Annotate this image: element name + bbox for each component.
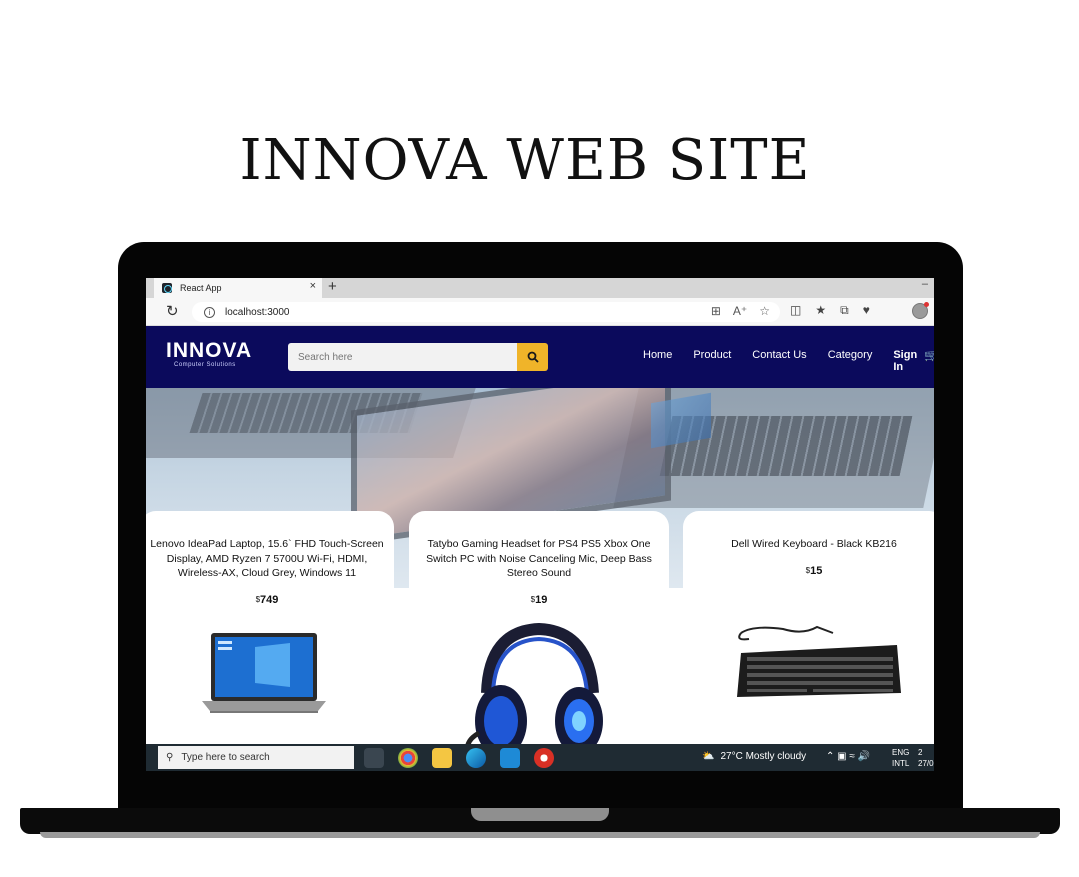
read-aloud-icon[interactable]: A⁺ [733, 304, 747, 318]
product-price: $19 [417, 594, 661, 606]
profile-avatar-icon[interactable] [912, 302, 929, 319]
taskbar-search-text: Type here to search [181, 752, 270, 763]
taskbar-apps [364, 748, 554, 768]
search-button[interactable] [517, 343, 548, 371]
browser-tab-bar: React App × + – [146, 278, 934, 298]
price-value: 749 [260, 593, 279, 606]
browser-tab[interactable]: React App × [154, 278, 322, 298]
url-text: localhost:3000 [225, 306, 290, 318]
sign-in-link[interactable]: Sign In [893, 349, 917, 373]
laptop-notch [471, 808, 609, 821]
laptop-screen: React App × + – ↻ i localhost:3000 ⊞ A⁺ … [146, 278, 934, 771]
nav-contact-us[interactable]: Contact Us [752, 349, 806, 373]
minimize-button[interactable]: – [922, 278, 928, 290]
nav-product[interactable]: Product [693, 349, 731, 373]
reload-icon[interactable]: ↻ [166, 302, 179, 320]
tab-close-icon[interactable]: × [310, 280, 316, 292]
chrome-canary-icon[interactable] [534, 748, 554, 768]
nav-home[interactable]: Home [643, 349, 672, 373]
taskbar-clock[interactable]: 2 27/0 [918, 747, 934, 769]
weather-widget[interactable]: ⛅ 27°C Mostly cloudy [702, 751, 806, 762]
product-title: Lenovo IdeaPad Laptop, 15.6` FHD Touch-S… [150, 538, 384, 579]
vscode-icon[interactable] [500, 748, 520, 768]
tab-title: React App [180, 283, 222, 293]
weather-text: 27°C Mostly cloudy [720, 751, 807, 762]
react-icon [162, 283, 172, 293]
nav-links: Home Product Contact Us Category Sign In… [643, 349, 934, 373]
search-icon [527, 351, 539, 363]
favorite-star-icon[interactable]: ☆ [759, 304, 770, 318]
product-card[interactable]: Tatybo Gaming Headset for PS4 PS5 Xbox O… [409, 511, 669, 761]
favorites-icon[interactable]: ★ [815, 303, 826, 318]
new-tab-button[interactable]: + [328, 278, 337, 296]
cart-icon[interactable]: 🛒 [924, 349, 934, 373]
product-title: Dell Wired Keyboard - Black KB216 [731, 538, 897, 550]
logo-tagline: Computer Solutions [174, 362, 236, 368]
split-screen-icon[interactable]: ◫ [790, 303, 801, 318]
product-card[interactable]: Lenovo IdeaPad Laptop, 15.6` FHD Touch-S… [146, 511, 394, 761]
nav-category[interactable]: Category [828, 349, 873, 373]
task-view-icon[interactable] [364, 748, 384, 768]
innova-logo[interactable]: INNOVA Computer Solutions [166, 339, 253, 369]
product-card[interactable]: Dell Wired Keyboard - Black KB216 $15 [683, 511, 934, 761]
browser-toolbar: ◫ ★ ⧉ ♥ [790, 303, 870, 318]
collections-icon[interactable]: ⧉ [840, 303, 849, 318]
price-value: 19 [535, 593, 548, 606]
browser-essentials-icon[interactable]: ♥ [863, 303, 870, 318]
info-icon[interactable]: i [204, 306, 215, 318]
url-field[interactable]: i localhost:3000 ⊞ A⁺ ☆ [192, 302, 780, 322]
search-input[interactable] [288, 343, 518, 371]
windows-taskbar: ⚲ Type here to search ⛅ 27°C Mostly clou… [146, 744, 934, 771]
product-price: $749 [148, 594, 386, 606]
keyboard-layout: INTL [892, 759, 910, 768]
app-available-icon[interactable]: ⊞ [711, 304, 721, 318]
keyboard-product-image [737, 625, 901, 697]
laptop-product-image [202, 633, 326, 713]
browser-address-bar: ↻ i localhost:3000 ⊞ A⁺ ☆ ◫ ★ ⧉ ♥ [146, 298, 934, 326]
file-explorer-icon[interactable] [432, 748, 452, 768]
language-code: ENG [892, 748, 910, 757]
laptop-base-shadow [40, 832, 1040, 838]
headset-product-image [464, 623, 603, 761]
logo-name: INNOVA [166, 339, 253, 362]
site-navbar: INNOVA Computer Solutions Home Product C… [146, 326, 934, 388]
clock-date: 27/0 [918, 759, 934, 768]
product-title: Tatybo Gaming Headset for PS4 PS5 Xbox O… [426, 538, 652, 579]
page-title: INNOVA WEB SITE [239, 128, 811, 193]
price-value: 15 [810, 564, 823, 577]
edge-icon[interactable] [466, 748, 486, 768]
clock-time: 2 [918, 748, 923, 757]
product-price: $15 [691, 565, 934, 577]
url-actions: ⊞ A⁺ ☆ [711, 304, 770, 318]
search-icon: ⚲ [166, 752, 174, 763]
cloudy-icon: ⛅ [702, 751, 715, 762]
chrome-icon[interactable] [398, 748, 418, 768]
language-indicator[interactable]: ENG INTL [892, 747, 909, 769]
system-tray-icons[interactable]: ⌃ ▣ ≈ 🔊 [826, 751, 870, 762]
taskbar-search[interactable]: ⚲ Type here to search [158, 746, 354, 769]
